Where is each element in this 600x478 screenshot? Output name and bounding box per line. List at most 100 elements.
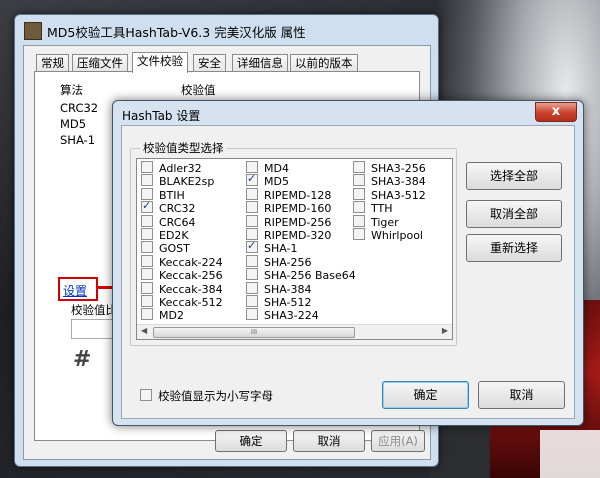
scroll-thumb[interactable]: III xyxy=(153,327,355,338)
hash-type-option[interactable]: ED2K xyxy=(141,228,189,242)
hash-type-label: SHA3-256 xyxy=(371,162,426,175)
hash-type-checkbox[interactable] xyxy=(246,308,258,321)
hash-type-checkbox[interactable] xyxy=(141,241,153,254)
select-all-button[interactable]: 选择全部 xyxy=(466,162,562,190)
hash-type-checkbox[interactable] xyxy=(246,228,258,240)
hash-type-option[interactable]: CRC64 xyxy=(141,214,195,229)
hash-type-checkbox[interactable] xyxy=(141,199,153,214)
hash-type-option[interactable]: SHA3-224 xyxy=(246,308,319,323)
hash-type-option[interactable]: MD2 xyxy=(141,308,184,322)
reselect-button[interactable]: 重新选择 xyxy=(466,234,562,262)
hash-type-checkbox[interactable] xyxy=(141,268,153,281)
hash-type-option[interactable]: BTIH xyxy=(141,187,185,202)
close-button[interactable]: x xyxy=(535,102,577,122)
algorithm-row[interactable]: MD5 xyxy=(60,117,86,131)
hash-type-option[interactable]: BLAKE2sp xyxy=(141,174,215,189)
dialog-cancel-button[interactable]: 取消 xyxy=(478,381,565,409)
hash-type-label: Whirlpool xyxy=(371,229,423,242)
hash-type-checkbox[interactable] xyxy=(141,254,153,267)
hash-type-option[interactable]: SHA3-512 xyxy=(353,187,426,202)
hash-type-checkbox[interactable] xyxy=(141,295,153,307)
hash-type-label: BLAKE2sp xyxy=(159,175,215,189)
hash-type-checkbox[interactable] xyxy=(353,201,365,214)
hash-type-option[interactable]: SHA3-256 xyxy=(353,161,426,175)
hash-type-checkbox[interactable] xyxy=(141,281,153,294)
dialog-body: 校验值类型选择 Whirlpool Tiger TTH SHA3-512 SHA3-38… xyxy=(121,125,575,419)
hash-type-label: SHA-384 xyxy=(264,282,312,296)
hash-type-label: GOST xyxy=(159,242,190,256)
watermark-corner xyxy=(540,430,600,478)
hash-type-option[interactable]: MD4 xyxy=(246,161,289,175)
hash-type-option[interactable]: Keccak-224 xyxy=(141,254,223,269)
hash-type-checkbox[interactable] xyxy=(353,161,365,173)
hash-type-checkbox[interactable] xyxy=(353,228,365,240)
hash-type-checkbox[interactable] xyxy=(246,254,258,267)
properties-apply-button[interactable]: 应用(A) xyxy=(371,430,425,452)
horizontal-scrollbar[interactable]: ◀ III ▶ xyxy=(137,324,452,339)
tab-previous-versions[interactable]: 以前的版本 xyxy=(290,54,358,72)
hash-type-option[interactable]: Keccak-512 xyxy=(141,295,223,309)
hash-type-option[interactable]: TTH xyxy=(353,201,393,216)
hash-type-option[interactable]: GOST xyxy=(141,241,190,256)
lowercase-option[interactable]: 校验值显示为小写字母 xyxy=(140,388,273,404)
hash-type-checkbox[interactable] xyxy=(353,187,365,200)
dialog-ok-button[interactable]: 确定 xyxy=(382,381,469,409)
hash-type-option[interactable]: RIPEMD-320 xyxy=(246,228,331,242)
hash-type-option[interactable]: CRC32 xyxy=(141,199,195,215)
lowercase-label: 校验值显示为小写字母 xyxy=(158,389,273,403)
tab-general[interactable]: 常规 xyxy=(36,54,69,72)
hash-type-option[interactable]: Keccak-384 xyxy=(141,281,223,296)
hash-type-checkbox[interactable] xyxy=(246,281,258,294)
tab-archive[interactable]: 压缩文件 xyxy=(72,54,128,72)
hash-type-option[interactable]: MD5 xyxy=(246,172,289,189)
tab-details[interactable]: 详细信息 xyxy=(232,54,288,72)
algorithm-row[interactable]: SHA-1 xyxy=(60,133,95,147)
properties-ok-button[interactable]: 确定 xyxy=(215,430,287,452)
hash-type-checkbox[interactable] xyxy=(246,295,258,307)
algorithm-row[interactable]: CRC32 xyxy=(60,101,98,115)
hash-type-option[interactable]: RIPEMD-256 xyxy=(246,214,331,229)
hash-type-label: MD5 xyxy=(264,175,289,189)
hash-type-checkbox[interactable] xyxy=(353,174,365,187)
hash-type-checkbox[interactable] xyxy=(141,308,153,321)
hash-type-option[interactable]: SHA-384 xyxy=(246,281,312,296)
hash-type-option[interactable]: SHA-1 xyxy=(246,239,298,255)
hash-type-checkbox[interactable] xyxy=(246,161,258,173)
hash-type-list[interactable]: Whirlpool Tiger TTH SHA3-512 SHA3-384 SHA3-25… xyxy=(136,158,453,340)
hash-type-option[interactable]: RIPEMD-160 xyxy=(246,201,331,215)
hash-type-option[interactable]: Keccak-256 xyxy=(141,268,223,282)
hash-type-checkbox[interactable] xyxy=(141,161,153,173)
column-header-algorithm[interactable]: 算法 xyxy=(60,82,83,98)
hash-type-checkbox[interactable] xyxy=(141,214,153,227)
hash-type-option[interactable]: SHA-512 xyxy=(246,295,312,309)
hash-type-checkbox[interactable] xyxy=(246,214,258,227)
scroll-right-icon[interactable]: ▶ xyxy=(442,326,448,335)
hash-type-checkbox[interactable] xyxy=(246,187,258,200)
hash-type-option[interactable]: SHA-256 xyxy=(246,254,312,269)
hash-type-checkbox[interactable] xyxy=(141,187,153,200)
hash-type-label: SHA3-224 xyxy=(264,309,319,323)
hash-type-option[interactable]: Adler32 xyxy=(141,161,202,175)
hash-type-checkbox[interactable] xyxy=(246,172,258,187)
hash-type-option[interactable]: Tiger xyxy=(353,214,399,229)
deselect-all-button[interactable]: 取消全部 xyxy=(466,200,562,228)
hash-type-checkbox[interactable] xyxy=(141,228,153,240)
properties-cancel-button[interactable]: 取消 xyxy=(293,430,365,452)
hash-type-label: TTH xyxy=(371,202,393,216)
hash-type-option[interactable]: SHA-256 Base64 xyxy=(246,268,356,282)
tab-file-checksum[interactable]: 文件校验 xyxy=(132,52,188,73)
hash-type-checkbox[interactable] xyxy=(246,268,258,281)
scroll-left-icon[interactable]: ◀ xyxy=(141,326,147,335)
lowercase-checkbox[interactable] xyxy=(140,389,152,401)
hash-type-checkbox[interactable] xyxy=(246,201,258,214)
hash-type-option[interactable]: Whirlpool xyxy=(353,228,423,242)
dialog-title: HashTab 设置 xyxy=(122,109,201,123)
hash-type-checkbox[interactable] xyxy=(246,239,258,254)
hash-type-checkbox[interactable] xyxy=(353,214,365,227)
hash-type-label: BTIH xyxy=(159,188,185,202)
hash-type-option[interactable]: SHA3-384 xyxy=(353,174,426,188)
hash-type-option[interactable]: RIPEMD-128 xyxy=(246,187,331,202)
hash-type-checkbox[interactable] xyxy=(141,174,153,187)
column-header-checksum[interactable]: 校验值 xyxy=(181,82,216,98)
tab-security[interactable]: 安全 xyxy=(193,54,226,72)
